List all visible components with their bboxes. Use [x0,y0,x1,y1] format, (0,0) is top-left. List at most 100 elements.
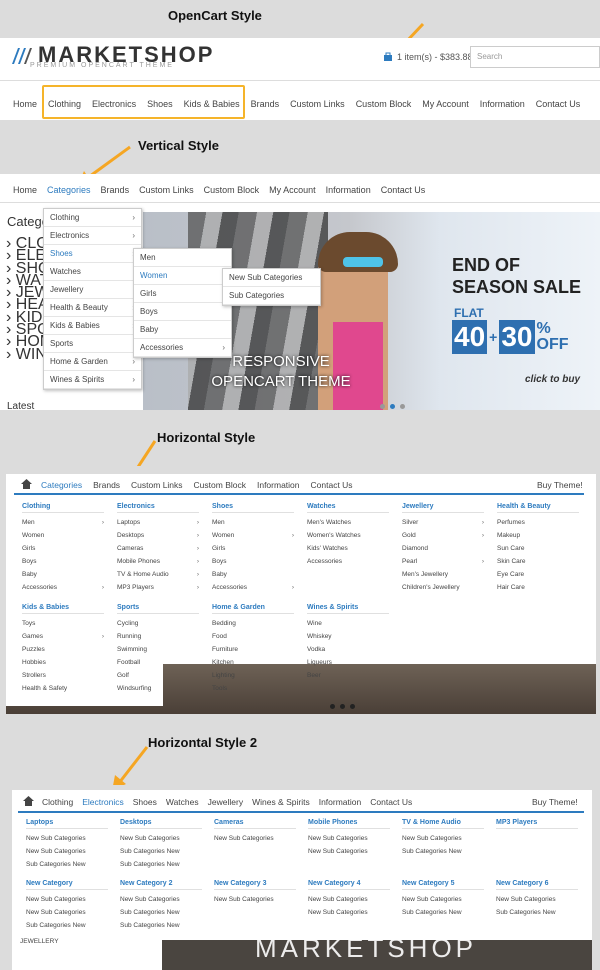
mega-link[interactable]: Baby [212,568,294,581]
mega-link[interactable]: Men's Watches [307,516,389,529]
nav-item-custom-block[interactable]: Custom Block [204,185,260,195]
mega-heading[interactable]: Clothing [22,503,104,513]
mega-link[interactable]: New Sub Categories [496,893,578,906]
mega-link[interactable]: Sub Categories New [26,919,108,932]
nav-item-contact-us[interactable]: Contact Us [381,185,426,195]
dropdown-item-health-beauty[interactable]: Health & Beauty› [44,299,141,317]
mega-link[interactable]: New Sub Categories [308,906,390,919]
dropdown-item-jewellery[interactable]: Jewellery [44,281,141,299]
mega-link[interactable]: Swimming [117,643,199,656]
mega-link[interactable]: MP3 Players › [117,581,199,594]
sidebar-jewellery[interactable]: JEWELLERY [20,938,59,945]
mega-link[interactable]: Men's Jewellery [402,568,484,581]
nav-item-my-account[interactable]: My Account [422,99,469,109]
mega-link[interactable]: Games › [22,630,104,643]
mega-link[interactable]: Accessories › [22,581,104,594]
nav-item-jewellery[interactable]: Jewellery [208,797,243,807]
mega-link[interactable]: New Sub Categories [402,893,484,906]
mega-link[interactable]: Furniture [212,643,294,656]
mega-link[interactable]: Boys [212,555,294,568]
nav-item-watches[interactable]: Watches [166,797,199,807]
submenu-item-girls[interactable]: Girls [134,285,231,303]
submenu-item-boys[interactable]: Boys [134,303,231,321]
mega-link[interactable]: Accessories [307,555,389,568]
mega-heading[interactable]: New Category 2 [120,880,202,890]
mega-link[interactable]: Silver › [402,516,484,529]
mega-link[interactable]: New Sub Categories [308,845,390,858]
mega-link[interactable]: Food [212,630,294,643]
mega-link[interactable]: Sub Categories New [402,845,484,858]
mega-link[interactable]: Toys [22,617,104,630]
nav-item-information[interactable]: Information [257,480,300,490]
mega-link[interactable]: Cycling [117,617,199,630]
mega-link[interactable]: Kitchen [212,656,294,669]
dropdown-item-watches[interactable]: Watches [44,263,141,281]
mega-heading[interactable]: New Category 4 [308,880,390,890]
mega-link[interactable]: Hobbies [22,656,104,669]
mega-link[interactable]: Windsurfing [117,682,199,695]
dropdown-item-home-garden[interactable]: Home & Garden › [44,353,141,371]
mega-link[interactable]: New Sub Categories [214,893,296,906]
mega-link[interactable]: Sun Care [497,542,579,555]
nav-item-categories[interactable]: Categories [47,185,91,195]
buy-theme-link-2[interactable]: Buy Theme! [532,797,578,807]
mega-link[interactable]: Health & Safety [22,682,104,695]
mega-link[interactable]: Laptops › [117,516,199,529]
mega-heading[interactable]: Wines & Spirits [307,604,389,614]
mega-link[interactable]: Mobile Phones › [117,555,199,568]
submenu-item-women[interactable]: Women› [134,267,231,285]
mega-link[interactable]: Sub Categories New [120,906,202,919]
mega-link[interactable]: Sub Categories New [120,919,202,932]
mega-heading[interactable]: TV & Home Audio [402,819,484,829]
mega-link[interactable]: Sub Categories New [120,858,202,871]
home-icon[interactable] [23,796,34,806]
mega-link[interactable]: Beer [307,669,389,682]
mega-heading[interactable]: Kids & Babies [22,604,104,614]
mega-link[interactable]: Girls [212,542,294,555]
mega-link[interactable]: Boys [22,555,104,568]
mega-link[interactable]: Liqueurs [307,656,389,669]
nav-item-information[interactable]: Information [319,797,362,807]
mega-heading[interactable]: Electronics [117,503,199,513]
mega-heading[interactable]: Desktops [120,819,202,829]
nav-item-information[interactable]: Information [480,99,525,109]
mega-link[interactable]: New Sub Categories [26,906,108,919]
mega-link[interactable]: Perfumes [497,516,579,529]
mega-link[interactable]: Diamond [402,542,484,555]
nav-item-electronics[interactable]: Electronics [82,797,124,807]
mega-link[interactable]: Bedding [212,617,294,630]
mega-link[interactable]: New Sub Categories [308,893,390,906]
mega-link[interactable]: Men › [22,516,104,529]
mega-heading[interactable]: Cameras [214,819,296,829]
mega-link[interactable]: New Sub Categories [26,832,108,845]
nav-item-wines-spirits[interactable]: Wines & Spirits [252,797,310,807]
mega-heading[interactable]: Shoes [212,503,294,513]
mega-heading[interactable]: Home & Garden [212,604,294,614]
mega-link[interactable]: Sub Categories New [26,858,108,871]
nav-item-brands[interactable]: Brands [251,99,280,109]
nav-item-contact-us[interactable]: Contact Us [370,797,412,807]
mega-link[interactable]: Women [22,529,104,542]
mega-link[interactable]: Tools [212,682,294,695]
nav-item-custom-links[interactable]: Custom Links [131,480,183,490]
mega-heading[interactable]: Laptops [26,819,108,829]
mega-link[interactable]: Lighting [212,669,294,682]
mega-link[interactable]: New Sub Categories [402,832,484,845]
dropdown-item-shoes[interactable]: Shoes› [44,245,141,263]
slider-dots[interactable] [380,404,405,409]
mega-link[interactable]: TV & Home Audio › [117,568,199,581]
mega-link[interactable]: Kids' Watches [307,542,389,555]
buy-theme-link[interactable]: Buy Theme! [537,480,583,490]
submenu-item-accessories[interactable]: Accessories › [134,339,231,357]
search-input[interactable]: Search [470,46,600,68]
nav-item-clothing[interactable]: Clothing [42,797,73,807]
mega-link[interactable]: Accessories › [212,581,294,594]
mega-link[interactable]: Hair Care [497,581,579,594]
mega-link[interactable]: Gold › [402,529,484,542]
nav-item-custom-block[interactable]: Custom Block [356,99,412,109]
mega-link[interactable]: Children's Jewellery [402,581,484,594]
mega-heading[interactable]: Jewellery [402,503,484,513]
mega-link[interactable]: Strollers [22,669,104,682]
mega-link[interactable]: New Sub Categories [214,832,296,845]
dropdown-item-sports[interactable]: Sports [44,335,141,353]
